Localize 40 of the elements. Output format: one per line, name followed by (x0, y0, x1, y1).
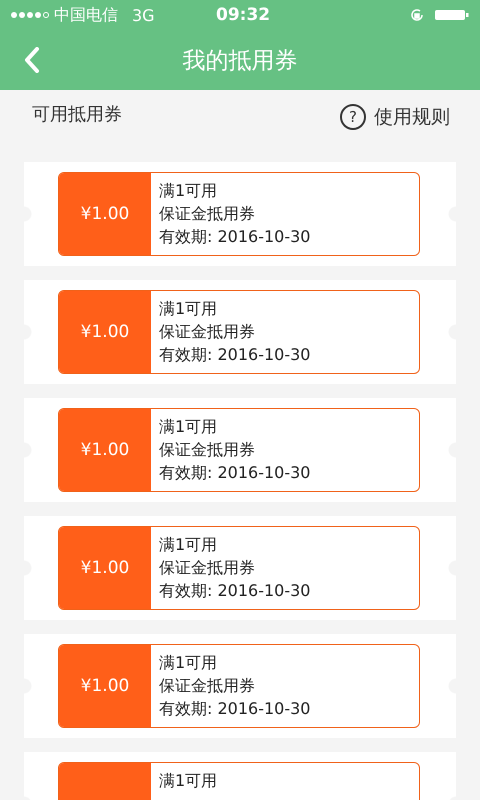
coupon-card[interactable]: ¥1.00 满1可用 保证金抵用券 有效期: 2016-10-30 (58, 290, 420, 374)
coupon-name: 保证金抵用券 (159, 203, 256, 225)
coupon-condition: 满1可用 (159, 652, 218, 674)
page-title: 我的抵用券 (182, 46, 298, 76)
coupon-condition: 满1可用 (159, 534, 218, 556)
coupon-name: 保证金抵用券 (159, 557, 256, 579)
signal-icon (10, 11, 50, 19)
coupon-amount: ¥1.00 (80, 440, 130, 460)
carrier-name: 中国电信 (54, 4, 118, 26)
rotation-lock-icon (410, 8, 424, 22)
back-icon (24, 47, 40, 73)
network-type: 3G (132, 6, 155, 24)
coupon-name: 保证金抵用券 (159, 321, 256, 343)
coupon-condition: 满1可用 (159, 416, 218, 438)
rules-link[interactable]: ? 使用规则 (340, 104, 450, 130)
coupon-card[interactable]: 满1可用 (58, 762, 420, 800)
coupon-validity: 有效期: 2016-10-30 (159, 698, 310, 720)
coupon-condition: 满1可用 (159, 298, 218, 320)
coupon-validity: 有效期: 2016-10-30 (159, 580, 310, 602)
coupon-condition: 满1可用 (159, 770, 218, 792)
section-title: 可用抵用券 (32, 103, 122, 126)
battery-icon (434, 8, 470, 22)
coupon-validity: 有效期: 2016-10-30 (159, 344, 310, 366)
coupon-amount: ¥1.00 (80, 204, 130, 224)
coupon-validity: 有效期: 2016-10-30 (159, 226, 310, 248)
coupon-name: 保证金抵用券 (159, 439, 256, 461)
back-button[interactable] (24, 47, 40, 73)
coupon-card[interactable]: ¥1.00 满1可用 保证金抵用券 有效期: 2016-10-30 (58, 172, 420, 256)
coupon-amount: ¥1.00 (80, 676, 130, 696)
coupon-amount: ¥1.00 (80, 558, 130, 578)
coupon-card[interactable]: ¥1.00 满1可用 保证金抵用券 有效期: 2016-10-30 (58, 408, 420, 492)
coupon-amount: ¥1.00 (80, 322, 130, 342)
rules-label: 使用规则 (374, 105, 450, 130)
coupon-condition: 满1可用 (159, 180, 218, 202)
coupon-card[interactable]: ¥1.00 满1可用 保证金抵用券 有效期: 2016-10-30 (58, 644, 420, 728)
help-icon: ? (340, 104, 366, 130)
coupon-validity: 有效期: 2016-10-30 (159, 462, 310, 484)
coupon-card[interactable]: ¥1.00 满1可用 保证金抵用券 有效期: 2016-10-30 (58, 526, 420, 610)
clock-time: 09:32 (216, 5, 270, 25)
coupon-name: 保证金抵用券 (159, 675, 256, 697)
